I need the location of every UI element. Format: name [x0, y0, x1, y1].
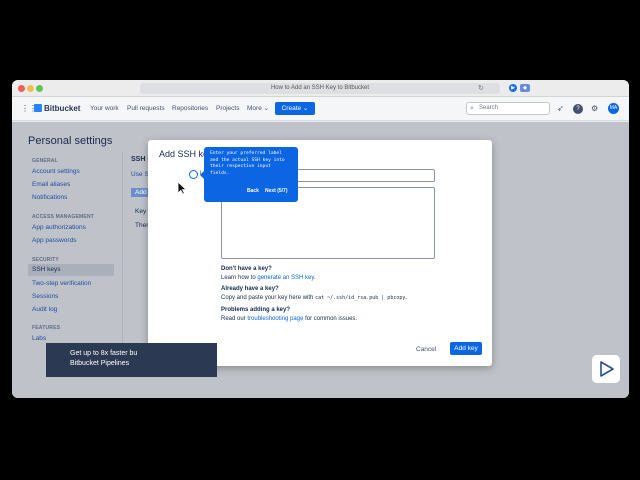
- sidebar-heading-access-management: ACCESS MANAGEMENT: [32, 214, 95, 220]
- browser-chrome: How to Add an SSH Key to Bitbucket ↻ ▶ ◆: [12, 80, 629, 97]
- nav-more[interactable]: More ⌄: [247, 103, 269, 115]
- sidebar-item-app-authorizations[interactable]: App authorizations: [32, 223, 86, 233]
- reload-icon[interactable]: ↻: [478, 83, 484, 94]
- sidebar-divider: [122, 152, 123, 362]
- screen: How to Add an SSH Key to Bitbucket ↻ ▶ ◆…: [0, 0, 640, 480]
- sidebar-item-audit-log[interactable]: Audit log: [32, 305, 57, 315]
- help-text-problems-suffix: for common issues.: [303, 316, 358, 322]
- nav-pull-requests[interactable]: Pull requests: [127, 103, 165, 115]
- help-text-no-key: Learn how to generate an SSH key.: [221, 275, 316, 281]
- nav-your-work[interactable]: Your work: [90, 103, 119, 115]
- walkthrough-tooltip: Enter your preferred label and the actua…: [200, 147, 298, 202]
- tooltip-next-button[interactable]: Next (5/7): [265, 188, 288, 194]
- nav-repositories[interactable]: Repositories: [172, 103, 208, 115]
- sidebar-heading-features: FEATURES: [32, 325, 61, 331]
- rocket-icon[interactable]: ➶: [557, 104, 564, 114]
- top-navigation: ⋮⋮ Bitbucket Your work Pull requests Rep…: [12, 97, 629, 121]
- sidebar-heading-security: SECURITY: [32, 257, 59, 263]
- sidebar-heading-general: GENERAL: [32, 158, 58, 164]
- search-input[interactable]: ⌕ Search: [466, 102, 550, 115]
- help-text-no-key-prefix: Learn how to: [221, 275, 258, 281]
- sidebar-item-labs[interactable]: Labs: [32, 334, 46, 344]
- tooltip-back-button[interactable]: Back: [247, 188, 259, 194]
- help-text-no-key-suffix: .: [313, 275, 316, 281]
- use-ssh-link[interactable]: Use S: [131, 171, 149, 178]
- sidebar-item-notifications[interactable]: Notifications: [32, 193, 67, 203]
- help-icon[interactable]: ?: [573, 104, 583, 114]
- close-window-button[interactable]: [18, 85, 25, 92]
- help-text-have-key-prefix: Copy and paste your key here with: [221, 295, 316, 301]
- toast-line-2: Bitbucket Pipelines: [70, 360, 130, 367]
- minimize-window-button[interactable]: [27, 85, 34, 92]
- page-title: Personal settings: [28, 135, 113, 147]
- bitbucket-logo[interactable]: Bitbucket: [34, 103, 80, 115]
- avatar[interactable]: MA: [608, 103, 619, 114]
- help-text-problems: Read our troubleshooting page for common…: [221, 316, 357, 322]
- generate-ssh-key-link[interactable]: generate an SSH key: [257, 275, 314, 281]
- gear-icon[interactable]: ⚙: [591, 104, 598, 114]
- logo-text: Bitbucket: [44, 104, 81, 113]
- help-text-problems-prefix: Read our: [221, 316, 248, 322]
- help-heading-have-key: Already have a key?: [221, 286, 279, 292]
- help-text-have-key-suffix: .: [405, 295, 408, 301]
- play-icon[interactable]: [592, 355, 620, 383]
- extension-play-icon[interactable]: ▶: [509, 84, 517, 92]
- sidebar-item-email-aliases[interactable]: Email aliases: [32, 180, 70, 190]
- mouse-cursor-icon: [177, 181, 187, 195]
- sidebar-item-app-passwords[interactable]: App passwords: [32, 236, 76, 246]
- add-key-button[interactable]: Add key: [450, 342, 482, 355]
- maximize-window-button[interactable]: [36, 85, 43, 92]
- create-label: Create: [281, 105, 302, 112]
- key-column-header: Key: [135, 208, 147, 215]
- sidebar-item-ssh-keys[interactable]: SSH keys: [28, 264, 114, 276]
- search-placeholder: Search: [479, 105, 499, 111]
- app-switcher-icon[interactable]: ⋮⋮: [21, 105, 37, 113]
- bitbucket-logo-icon: [34, 104, 42, 112]
- pipelines-promo-toast[interactable]: Get up to 8x faster bu Bitbucket Pipelin…: [46, 343, 217, 377]
- sidebar-item-two-step-verification[interactable]: Two-step verification: [32, 279, 91, 289]
- sidebar-item-sessions[interactable]: Sessions: [32, 292, 58, 302]
- toast-line-1: Get up to 8x faster bu: [70, 350, 138, 357]
- copy-command: cat ~/.ssh/id_rsa.pub | pbcopy: [315, 295, 406, 301]
- help-heading-no-key: Don't have a key?: [221, 266, 272, 272]
- sidebar-item-account-settings[interactable]: Account settings: [32, 167, 80, 177]
- tooltip-text: Enter your preferred label and the actua…: [210, 151, 285, 176]
- search-icon: ⌕: [470, 105, 474, 112]
- help-heading-problems: Problems adding a key?: [221, 307, 291, 313]
- address-bar[interactable]: How to Add an SSH Key to Bitbucket: [140, 83, 500, 94]
- help-text-have-key: Copy and paste your key here with cat ~/…: [221, 295, 407, 301]
- extension-icon[interactable]: ◆: [520, 84, 530, 92]
- create-button[interactable]: Create ⌄: [275, 102, 315, 115]
- troubleshooting-link[interactable]: troubleshooting page: [247, 316, 303, 322]
- empty-keys-text: Ther: [135, 222, 149, 229]
- focus-radio-icon[interactable]: [189, 170, 198, 179]
- cancel-button[interactable]: Cancel: [416, 343, 436, 356]
- nav-projects[interactable]: Projects: [216, 103, 239, 115]
